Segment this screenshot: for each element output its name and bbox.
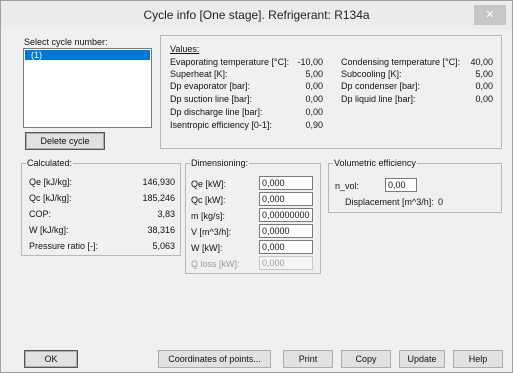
dim-qc-field[interactable]: 0,000: [259, 192, 313, 206]
dp-suction-label: Dp suction line [bar]:: [170, 94, 253, 104]
cop-value: 3,83: [157, 209, 175, 219]
subcooling-label: Subcooling [K]:: [341, 69, 402, 79]
update-button[interactable]: Update: [399, 350, 445, 368]
dim-qc-label: Qc [kW]:: [191, 195, 226, 205]
qc-value: 185,246: [142, 193, 175, 203]
cycle-list-item[interactable]: (1): [25, 50, 150, 60]
qc-label: Qc [kJ/kg]:: [29, 193, 72, 203]
dp-condenser-value: 0,00: [475, 81, 493, 91]
w-label: W [kJ/kg]:: [29, 225, 69, 235]
dp-discharge-value: 0,00: [305, 107, 323, 117]
calculated-title: Calculated:: [26, 158, 74, 169]
n-vol-field[interactable]: 0,00: [385, 178, 417, 192]
displacement-label: Displacement [m^3/h]:: [345, 197, 434, 207]
cond-temp-value: 40,00: [470, 57, 493, 67]
qe-label: Qe [kJ/kg]:: [29, 177, 73, 187]
dp-condenser-label: Dp condenser [bar]:: [341, 81, 421, 91]
dim-volume-flow-label: V [m^3/h]:: [191, 227, 232, 237]
dp-suction-value: 0,00: [305, 94, 323, 104]
evap-temp-label: Evaporating temperature [°C]:: [170, 57, 290, 67]
copy-button[interactable]: Copy: [341, 350, 391, 368]
qe-value: 146,930: [142, 177, 175, 187]
values-panel: [160, 35, 502, 149]
dim-q-loss-label: Q loss [kW]:: [191, 259, 240, 269]
pressure-ratio-value: 5,063: [152, 241, 175, 251]
close-button[interactable]: ✕: [474, 5, 506, 25]
dp-liquid-value: 0,00: [475, 94, 493, 104]
delete-cycle-button[interactable]: Delete cycle: [25, 132, 105, 150]
n-vol-label: n_vol:: [335, 181, 360, 191]
title-bar: Cycle info [One stage]. Refrigerant: R13…: [1, 1, 512, 29]
superheat-label: Superheat [K]:: [170, 69, 228, 79]
print-button[interactable]: Print: [283, 350, 333, 368]
cop-label: COP:: [29, 209, 52, 219]
help-button[interactable]: Help: [453, 350, 503, 368]
window-title: Cycle info [One stage]. Refrigerant: R13…: [143, 8, 370, 22]
superheat-value: 5,00: [305, 69, 323, 79]
isentropic-eff-label: Isentropic efficiency [0-1]:: [170, 120, 272, 130]
dim-mass-flow-field[interactable]: 0,00000000: [259, 208, 313, 222]
evap-temp-value: -10,00: [297, 57, 323, 67]
dim-w-field[interactable]: 0,000: [259, 240, 313, 254]
displacement-value: 0: [438, 197, 444, 207]
dim-mass-flow-label: m [kg/s]:: [191, 211, 226, 221]
dim-w-label: W [kW]:: [191, 243, 223, 253]
pressure-ratio-label: Pressure ratio [-]:: [29, 241, 99, 251]
w-value: 38,316: [147, 225, 175, 235]
dim-q-loss-field: 0,000: [259, 256, 313, 270]
select-cycle-label: Select cycle number:: [24, 37, 108, 47]
values-heading: Values:: [170, 44, 200, 54]
dim-qe-label: Qe [kW]:: [191, 179, 227, 189]
subcooling-value: 5,00: [475, 69, 493, 79]
dp-liquid-label: Dp liquid line [bar]:: [341, 94, 416, 104]
dim-qe-field[interactable]: 0,000: [259, 176, 313, 190]
dp-discharge-label: Dp discharge line [bar]:: [170, 107, 263, 117]
coordinates-button[interactable]: Coordinates of points...: [158, 350, 271, 368]
cycle-listbox[interactable]: (1): [23, 48, 152, 128]
cycle-info-dialog: Cycle info [One stage]. Refrigerant: R13…: [0, 0, 513, 373]
cond-temp-label: Condensing temperature [°C]:: [341, 57, 461, 67]
isentropic-eff-value: 0,90: [305, 120, 323, 130]
dp-evaporator-label: Dp evaporator [bar]:: [170, 81, 251, 91]
dim-volume-flow-field[interactable]: 0,0000: [259, 224, 313, 238]
ok-button[interactable]: OK: [24, 350, 78, 368]
dimensioning-title: Dimensioning:: [190, 158, 250, 169]
volumetric-efficiency-title: Volumetric efficiency: [333, 158, 417, 169]
dp-evaporator-value: 0,00: [305, 81, 323, 91]
